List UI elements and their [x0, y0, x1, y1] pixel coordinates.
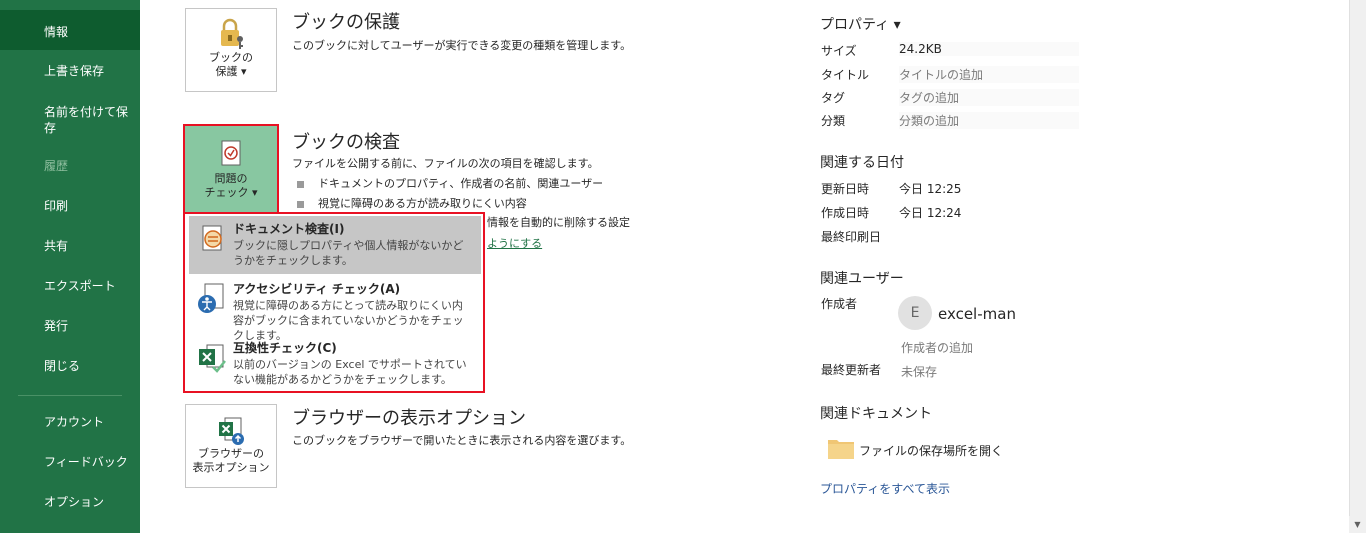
protect-button-line1: ブックの: [209, 51, 253, 64]
tags-label: タグ: [821, 91, 846, 105]
nav-export[interactable]: エクスポート: [0, 278, 140, 294]
dates-header: 関連する日付: [820, 155, 904, 171]
people-header: 関連ユーザー: [820, 271, 904, 287]
documents-header: 関連ドキュメント: [820, 406, 932, 422]
protect-workbook-button[interactable]: ブックの 保護 ▾: [185, 8, 277, 92]
menu-compatibility-check[interactable]: 互換性チェック(C) 以前のバージョンの Excel でサポートされていない機能…: [189, 335, 481, 393]
check-button-line1: 問題の: [214, 172, 248, 185]
modified-value: 今日 12:25: [899, 182, 962, 196]
size-label: サイズ: [821, 44, 857, 58]
nav-info[interactable]: 情報: [0, 10, 140, 50]
nav-publish[interactable]: 発行: [0, 318, 140, 334]
menu-inspect-document[interactable]: ドキュメント検査(I) ブックに隠しプロパティや個人情報がないかどうかをチェック…: [189, 216, 481, 274]
scroll-down-arrow-icon[interactable]: ▼: [1349, 516, 1366, 533]
bullet-square: [297, 200, 304, 208]
category-label: 分類: [821, 114, 846, 128]
document-check-icon: [221, 140, 241, 166]
lock-key-icon: [221, 18, 243, 49]
modified-label: 更新日時: [821, 182, 870, 196]
browser-button-line1: ブラウザーの: [198, 447, 264, 460]
category-field[interactable]: 分類の追加: [899, 112, 1079, 129]
menu-accessibility-check[interactable]: アクセシビリティ チェック(A) 視覚に障碍のある方にとって読み取りにくい内容が…: [189, 276, 481, 342]
size-value: 24.2KB: [899, 42, 1079, 56]
properties-header[interactable]: プロパティ ▾: [820, 14, 901, 34]
backstage-sidebar: 情報 上書き保存 名前を付けて保 存 履歴 印刷 共有 エクスポート 発行 閉じ…: [0, 0, 140, 533]
protect-button-line2: 保護 ▾: [215, 65, 247, 78]
created-value: 今日 12:24: [899, 206, 962, 220]
nav-save-as[interactable]: 名前を付けて保 存: [0, 104, 140, 136]
last-modified-label: 最終更新者: [821, 363, 882, 377]
inspect-bullet-1: ドキュメントのプロパティ、作成者の名前、関連ユーザー: [297, 175, 603, 191]
nav-close[interactable]: 閉じる: [0, 358, 140, 374]
inspect-bullet-3: 情報を自動的に削除する設定: [487, 216, 630, 229]
check-button-line2: チェック ▾: [204, 186, 258, 199]
menu-compatibility-desc: 以前のバージョンの Excel でサポートされていない機能があるかどうかをチェッ…: [233, 358, 467, 386]
browser-view-options-button[interactable]: ブラウザーの 表示オプション: [185, 404, 277, 488]
sidebar-divider: [18, 395, 122, 396]
menu-inspect-desc: ブックに隠しプロパティや個人情報がないかどうかをチェックします。: [233, 239, 464, 267]
protect-desc: このブックに対してユーザーが実行できる変更の種類を管理します。: [292, 39, 632, 52]
nav-share[interactable]: 共有: [0, 238, 140, 254]
nav-print[interactable]: 印刷: [0, 198, 140, 214]
tags-field[interactable]: タグの追加: [899, 89, 1079, 106]
open-location-label: ファイルの保存場所を開く: [859, 444, 1004, 458]
nav-save[interactable]: 上書き保存: [0, 63, 140, 79]
nav-history[interactable]: 履歴: [0, 158, 140, 174]
inspect-setting-link[interactable]: ようにする: [487, 235, 542, 251]
excel-compat-icon: [199, 344, 226, 373]
created-label: 作成日時: [821, 206, 870, 220]
menu-compatibility-title: 互換性チェック(C): [233, 341, 337, 355]
title-label: タイトル: [821, 68, 870, 82]
title-field[interactable]: タイトルの追加: [899, 66, 1079, 83]
check-issues-button[interactable]: 問題の チェック ▾: [183, 124, 279, 214]
vertical-scrollbar[interactable]: [1349, 0, 1366, 533]
author-label: 作成者: [821, 297, 858, 311]
accessibility-icon: [198, 283, 224, 313]
menu-inspect-title: ドキュメント検査(I): [233, 222, 345, 236]
protect-title: ブックの保護: [292, 12, 400, 33]
add-author-field[interactable]: 作成者の追加: [901, 339, 973, 356]
browser-button-line2: 表示オプション: [192, 461, 270, 474]
excel-browser-icon: [219, 417, 244, 445]
avatar: E: [898, 296, 932, 330]
show-all-properties-link[interactable]: プロパティをすべて表示: [820, 480, 950, 497]
nav-options[interactable]: オプション: [0, 494, 140, 510]
inspect-bullet-2: 視覚に障碍のある方が読み取りにくい内容: [297, 195, 527, 211]
bullet-square: [297, 180, 304, 188]
browser-title: ブラウザーの表示オプション: [292, 408, 526, 429]
printed-label: 最終印刷日: [821, 230, 882, 244]
inspect-desc: ファイルを公開する前に、ファイルの次の項目を確認します。: [292, 157, 599, 170]
menu-accessibility-title: アクセシビリティ チェック(A): [233, 282, 401, 296]
check-issues-menu: ドキュメント検査(I) ブックに隠しプロパティや個人情報がないかどうかをチェック…: [183, 212, 485, 393]
nav-account[interactable]: アカウント: [0, 414, 140, 430]
nav-feedback[interactable]: フィードバック: [0, 454, 140, 470]
inspect-title: ブックの検査: [292, 132, 400, 153]
browser-desc: このブックをブラウザーで開いたときに表示される内容を選びます。: [292, 434, 632, 447]
inspect-document-icon: [202, 225, 222, 251]
folder-icon: [828, 440, 854, 459]
author-name[interactable]: excel-man: [938, 305, 1016, 323]
last-modified-value: 未保存: [901, 365, 938, 379]
